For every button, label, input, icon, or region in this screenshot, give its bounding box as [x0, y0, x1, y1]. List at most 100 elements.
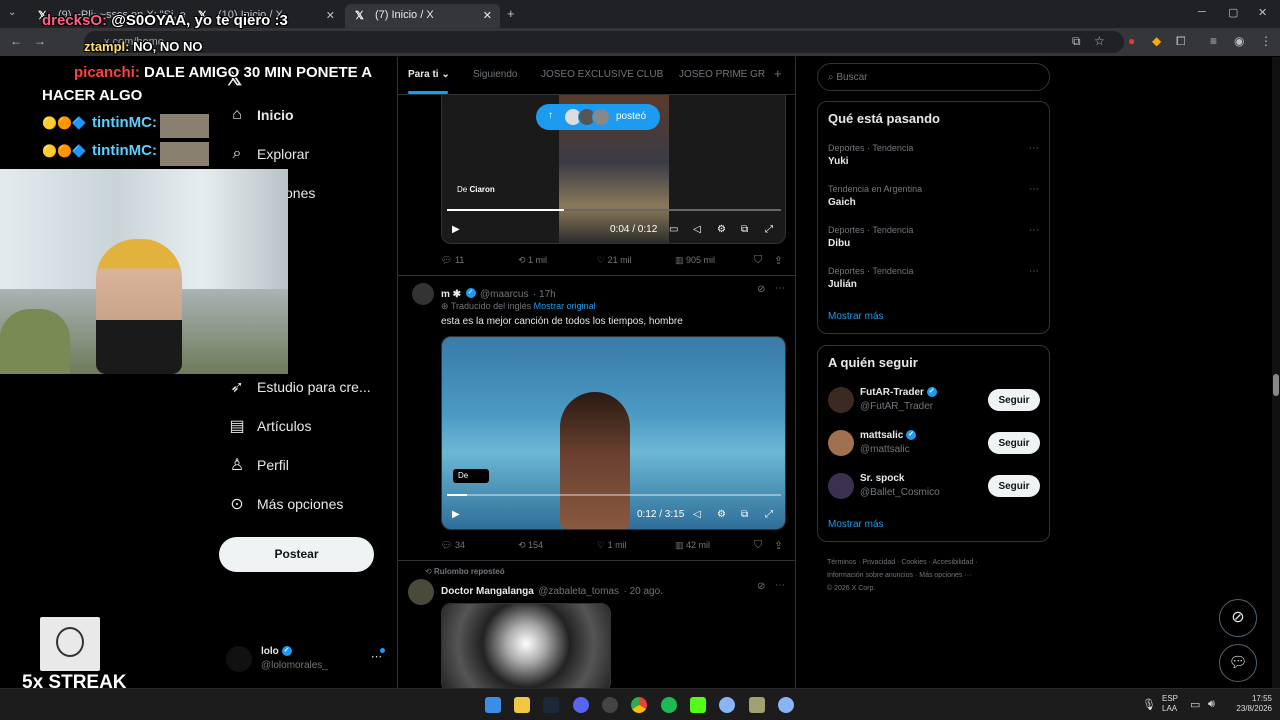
app-icon[interactable] — [749, 697, 765, 713]
post-image[interactable] — [441, 603, 611, 688]
obs-icon[interactable] — [602, 697, 618, 713]
more-dots-icon[interactable]: ⋯ — [1029, 266, 1039, 277]
repost-button[interactable]: ⟲ 154 — [518, 540, 543, 551]
fullscreen-icon[interactable]: ⤢ — [765, 509, 773, 520]
maximize-icon[interactable]: ▢ — [1228, 6, 1238, 19]
trend-item[interactable]: Tendencia en Argentina Gaich ⋯ — [818, 181, 1049, 221]
footer-link[interactable]: Información sobre anuncios — [827, 572, 913, 579]
search-input[interactable]: ⌕ Buscar — [817, 63, 1050, 91]
kick-icon[interactable] — [690, 697, 706, 713]
play-icon[interactable]: ▶ — [452, 224, 460, 235]
like-button[interactable]: ♡ 21 mil — [597, 255, 632, 266]
steam-icon[interactable] — [543, 697, 559, 713]
close-icon[interactable]: ✕ — [483, 9, 492, 22]
close-window-icon[interactable]: ✕ — [1258, 6, 1267, 19]
clock[interactable]: 17:55 23/8/2026 — [1228, 694, 1272, 714]
more-dots-icon[interactable]: ⋯ — [1029, 225, 1039, 236]
pip-icon[interactable]: ⧉ — [741, 509, 748, 520]
more-dots-icon[interactable]: ⋯ — [1029, 184, 1039, 195]
minimize-icon[interactable]: ─ — [1198, 6, 1206, 18]
file-explorer-icon[interactable] — [514, 697, 530, 713]
share-icon[interactable]: ⇪ — [774, 539, 783, 552]
address-bar[interactable]: x.com/home — [84, 31, 1124, 53]
captions-icon[interactable]: ▭ — [669, 224, 678, 235]
volume-icon[interactable]: ◁ — [693, 224, 701, 235]
grok-icon[interactable]: ⊘ — [1219, 599, 1257, 637]
avatar[interactable] — [412, 283, 434, 305]
grok-icon[interactable]: ⊘ — [757, 284, 765, 295]
extensions-puzzle-icon[interactable]: ⧠ — [1176, 34, 1186, 49]
author-handle[interactable]: @maarcus — [480, 289, 529, 300]
browser-tab-3[interactable]: 𝕏 (7) Inicio / X ✕ — [345, 4, 500, 28]
play-icon[interactable]: ▶ — [452, 509, 460, 520]
tab-siguiendo[interactable]: Siguiendo — [473, 69, 517, 80]
discord-icon[interactable] — [573, 697, 589, 713]
footer-link[interactable]: Privacidad — [862, 559, 895, 566]
new-posts-pill[interactable]: ↑ posteó — [536, 104, 660, 130]
messages-icon[interactable]: 💬︎ — [1219, 644, 1257, 682]
scrollbar[interactable] — [1272, 57, 1280, 688]
show-more-trends-link[interactable]: Mostrar más — [828, 311, 884, 322]
more-dots-icon[interactable]: ⋯ — [775, 283, 785, 294]
author-name[interactable]: Doctor Mangalanga — [441, 586, 534, 597]
more-dots-icon[interactable]: ⋯ — [775, 580, 785, 591]
trend-item[interactable]: Deportes · Tendencia Julián ⋯ — [818, 263, 1049, 303]
app-icon[interactable] — [778, 697, 794, 713]
account-switcher[interactable]: lolo ✓ @lolomorales_ ⋯ — [226, 644, 386, 676]
follow-suggestion[interactable]: mattsalic ✓ @mattsalic Seguir — [818, 427, 1049, 467]
spotify-icon[interactable] — [661, 697, 677, 713]
follow-button[interactable]: Seguir — [988, 432, 1040, 454]
volume-icon[interactable]: ◁ — [693, 509, 701, 520]
views-button[interactable]: ▥ 905 mil — [675, 255, 715, 266]
microphone-icon[interactable]: 🎙︎ — [1142, 698, 1156, 711]
footer-link[interactable]: Cookies — [901, 559, 926, 566]
settings-gear-icon[interactable]: ⚙ — [717, 224, 726, 235]
reply-button[interactable]: 💬︎ 34 — [441, 540, 465, 551]
video-progress[interactable] — [447, 494, 781, 496]
back-icon[interactable]: ← — [10, 34, 22, 48]
start-icon[interactable] — [485, 697, 501, 713]
reply-button[interactable]: 💬︎ 11 — [441, 255, 464, 266]
forward-icon[interactable]: → — [34, 34, 46, 48]
menu-kebab-icon[interactable]: ⋮ — [1260, 34, 1272, 48]
repost-button[interactable]: ⟲ 1 mil — [518, 255, 547, 266]
avatar[interactable] — [408, 579, 434, 605]
author-name[interactable]: m ✱ — [441, 289, 461, 300]
sidebar-item-estudio[interactable]: ➶ Estudio para cre... — [226, 373, 370, 401]
fullscreen-icon[interactable]: ⤢ — [765, 224, 773, 235]
bookmark-icon[interactable]: ⛉ — [754, 254, 762, 267]
show-original-link[interactable]: Mostrar original — [534, 301, 596, 311]
sidebar-item-mas-opciones[interactable]: ⊙ Más opciones — [226, 490, 343, 518]
close-icon[interactable]: ✕ — [326, 9, 335, 22]
sidebar-item-explorar[interactable]: ⌕ Explorar — [226, 140, 310, 168]
follow-button[interactable]: Seguir — [988, 389, 1040, 411]
show-more-follow-link[interactable]: Mostrar más — [828, 519, 884, 530]
trend-item[interactable]: Deportes · Tendencia Dibu ⋯ — [818, 222, 1049, 262]
extension-icon[interactable]: ◆ — [1152, 34, 1161, 48]
settings-gear-icon[interactable]: ⚙ — [717, 509, 726, 520]
footer-link[interactable]: Términos — [827, 559, 856, 566]
sidebar-item-inicio[interactable]: ⌂ Inicio — [226, 101, 293, 129]
app-icon[interactable] — [719, 697, 735, 713]
video-progress[interactable] — [447, 209, 781, 211]
add-tab-icon[interactable]: + — [774, 66, 782, 81]
author-handle[interactable]: @zabaleta_tomas — [538, 586, 619, 597]
scrollbar-thumb[interactable] — [1273, 374, 1279, 396]
sidebar-item-articulos[interactable]: ▤ Artículos — [226, 412, 311, 440]
speaker-icon[interactable]: 🔊︎ — [1208, 698, 1215, 711]
profile-avatar-icon[interactable]: ◉ — [1234, 34, 1244, 48]
follow-button[interactable]: Seguir — [988, 475, 1040, 497]
tab-joseo-prime[interactable]: JOSEO PRIME GR — [679, 69, 765, 80]
footer-link[interactable]: Accesibilidad — [932, 559, 973, 566]
language-indicator[interactable]: ESP LAA — [1162, 694, 1178, 714]
post-button[interactable]: Postear — [219, 537, 374, 572]
tab-joseo-exclusive[interactable]: JOSEO EXCLUSIVE CLUB — [541, 69, 663, 80]
install-icon[interactable]: ⧉ — [1072, 34, 1081, 49]
new-tab-icon[interactable]: + — [507, 6, 515, 21]
share-icon[interactable]: ⇪ — [774, 254, 783, 267]
post-video[interactable]: De ▶ 0:12 / 3:15 ◁ ⚙ ⧉ ⤢ — [441, 336, 786, 530]
display-icon[interactable]: ▭ — [1190, 698, 1200, 711]
follow-suggestion[interactable]: FutAR-Trader ✓ @FutAR_Trader Seguir — [818, 384, 1049, 424]
chrome-icon[interactable] — [631, 697, 647, 713]
bookmark-icon[interactable]: ⛉ — [754, 539, 762, 552]
